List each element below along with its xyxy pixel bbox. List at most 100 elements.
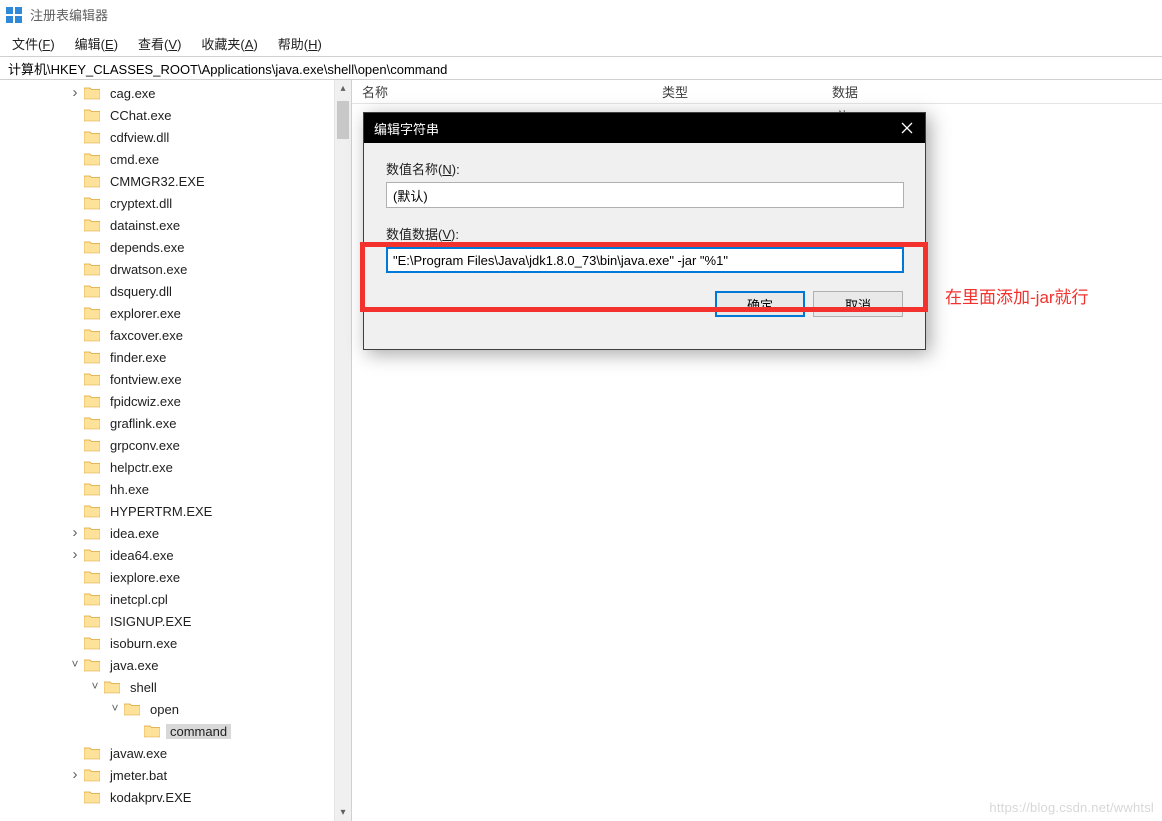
value-name-input[interactable]	[386, 182, 904, 208]
tree-item[interactable]: helpctr.exe	[0, 456, 351, 478]
tree-item[interactable]: grpconv.exe	[0, 434, 351, 456]
chevron-right-icon[interactable]: ›	[68, 85, 82, 99]
tree-item[interactable]: datainst.exe	[0, 214, 351, 236]
tree-item[interactable]: CMMGR32.EXE	[0, 170, 351, 192]
folder-icon	[84, 86, 100, 100]
tree-item-label: cmd.exe	[106, 152, 163, 167]
tree-item-label: cdfview.dll	[106, 130, 173, 145]
folder-icon	[84, 350, 100, 364]
chevron-right-icon[interactable]: ›	[68, 525, 82, 539]
tree-item[interactable]: isoburn.exe	[0, 632, 351, 654]
folder-icon	[84, 768, 100, 782]
edit-string-dialog: 编辑字符串 数值名称(N): 数值数据(V): 确定 取消	[363, 112, 926, 350]
column-data[interactable]: 数据	[822, 82, 1162, 101]
folder-icon	[84, 196, 100, 210]
tree-item[interactable]: faxcover.exe	[0, 324, 351, 346]
chevron-right-icon	[68, 746, 82, 760]
ok-button[interactable]: 确定	[715, 291, 805, 317]
cancel-button[interactable]: 取消	[813, 291, 903, 317]
folder-icon	[84, 240, 100, 254]
tree-item-label: shell	[126, 680, 161, 695]
chevron-right-icon	[68, 636, 82, 650]
chevron-right-icon	[68, 284, 82, 298]
folder-icon	[84, 218, 100, 232]
tree-item[interactable]: ˅java.exe	[0, 654, 351, 676]
tree-item[interactable]: › idea.exe	[0, 522, 351, 544]
annotation-text: 在里面添加-jar就行	[945, 283, 1089, 308]
tree-item[interactable]: ˅ open	[0, 698, 351, 720]
menu-help[interactable]: 帮助(H)	[272, 32, 328, 55]
dialog-title: 编辑字符串	[374, 119, 439, 138]
tree-item-label: datainst.exe	[106, 218, 184, 233]
tree-item[interactable]: kodakprv.EXE	[0, 786, 351, 808]
tree-item-label: helpctr.exe	[106, 460, 177, 475]
dialog-titlebar[interactable]: 编辑字符串	[364, 113, 925, 143]
tree-item[interactable]: cmd.exe	[0, 148, 351, 170]
tree-item-label: open	[146, 702, 183, 717]
chevron-right-icon	[68, 218, 82, 232]
folder-icon	[84, 306, 100, 320]
value-data-input[interactable]	[386, 247, 904, 273]
menu-edit[interactable]: 编辑(E)	[69, 32, 124, 55]
address-input[interactable]	[6, 60, 1156, 77]
tree-item[interactable]: command	[0, 720, 351, 742]
tree-item-label: kodakprv.EXE	[106, 790, 195, 805]
folder-icon	[84, 460, 100, 474]
tree-item[interactable]: fontview.exe	[0, 368, 351, 390]
folder-icon	[84, 284, 100, 298]
chevron-right-icon	[68, 394, 82, 408]
tree-item[interactable]: graflink.exe	[0, 412, 351, 434]
chevron-down-icon[interactable]: ˅	[108, 701, 122, 715]
tree-item[interactable]: drwatson.exe	[0, 258, 351, 280]
tree-item-label: cag.exe	[106, 86, 160, 101]
tree-item[interactable]: cryptext.dll	[0, 192, 351, 214]
chevron-right-icon	[68, 438, 82, 452]
tree-item[interactable]: HYPERTRM.EXE	[0, 500, 351, 522]
tree-item[interactable]: ›idea64.exe	[0, 544, 351, 566]
chevron-right-icon	[68, 152, 82, 166]
tree-item[interactable]: › cag.exe	[0, 82, 351, 104]
chevron-right-icon	[68, 350, 82, 364]
tree-item[interactable]: iexplore.exe	[0, 566, 351, 588]
folder-icon	[144, 724, 160, 738]
menu-view[interactable]: 查看(V)	[132, 32, 187, 55]
scroll-up-icon[interactable]: ▴	[335, 80, 351, 97]
tree-item[interactable]: hh.exe	[0, 478, 351, 500]
tree-item[interactable]: ISIGNUP.EXE	[0, 610, 351, 632]
menu-file[interactable]: 文件(F)	[6, 32, 61, 55]
tree-item[interactable]: javaw.exe	[0, 742, 351, 764]
tree-item[interactable]: ›jmeter.bat	[0, 764, 351, 786]
scroll-track[interactable]	[335, 97, 351, 804]
tree-item-label: grpconv.exe	[106, 438, 184, 453]
tree-item-label: drwatson.exe	[106, 262, 191, 277]
tree-item-label: idea.exe	[106, 526, 163, 541]
chevron-down-icon[interactable]: ˅	[68, 657, 82, 671]
scroll-thumb[interactable]	[337, 101, 349, 139]
chevron-down-icon[interactable]: ˅	[88, 679, 102, 693]
close-icon[interactable]	[889, 113, 925, 143]
tree-item[interactable]: cdfview.dll	[0, 126, 351, 148]
chevron-right-icon	[68, 328, 82, 342]
folder-icon	[84, 526, 100, 540]
chevron-right-icon[interactable]: ›	[68, 767, 82, 781]
window-titlebar: 注册表编辑器	[0, 0, 1162, 30]
tree-item[interactable]: depends.exe	[0, 236, 351, 258]
value-data-label: 数值数据(V):	[386, 224, 903, 243]
column-name[interactable]: 名称	[352, 82, 652, 101]
tree-scrollbar[interactable]: ▴ ▾	[334, 80, 351, 821]
tree-item[interactable]: explorer.exe	[0, 302, 351, 324]
tree-item[interactable]: CChat.exe	[0, 104, 351, 126]
tree-item-label: explorer.exe	[106, 306, 185, 321]
menu-favorites[interactable]: 收藏夹(A)	[195, 32, 263, 55]
tree-item[interactable]: ˅ shell	[0, 676, 351, 698]
tree-item[interactable]: inetcpl.cpl	[0, 588, 351, 610]
chevron-right-icon	[68, 240, 82, 254]
tree-item[interactable]: fpidcwiz.exe	[0, 390, 351, 412]
chevron-right-icon[interactable]: ›	[68, 547, 82, 561]
tree-item[interactable]: dsquery.dll	[0, 280, 351, 302]
tree-item-label: dsquery.dll	[106, 284, 176, 299]
chevron-right-icon	[68, 460, 82, 474]
tree-item[interactable]: finder.exe	[0, 346, 351, 368]
column-type[interactable]: 类型	[652, 82, 822, 101]
scroll-down-icon[interactable]: ▾	[335, 804, 351, 821]
